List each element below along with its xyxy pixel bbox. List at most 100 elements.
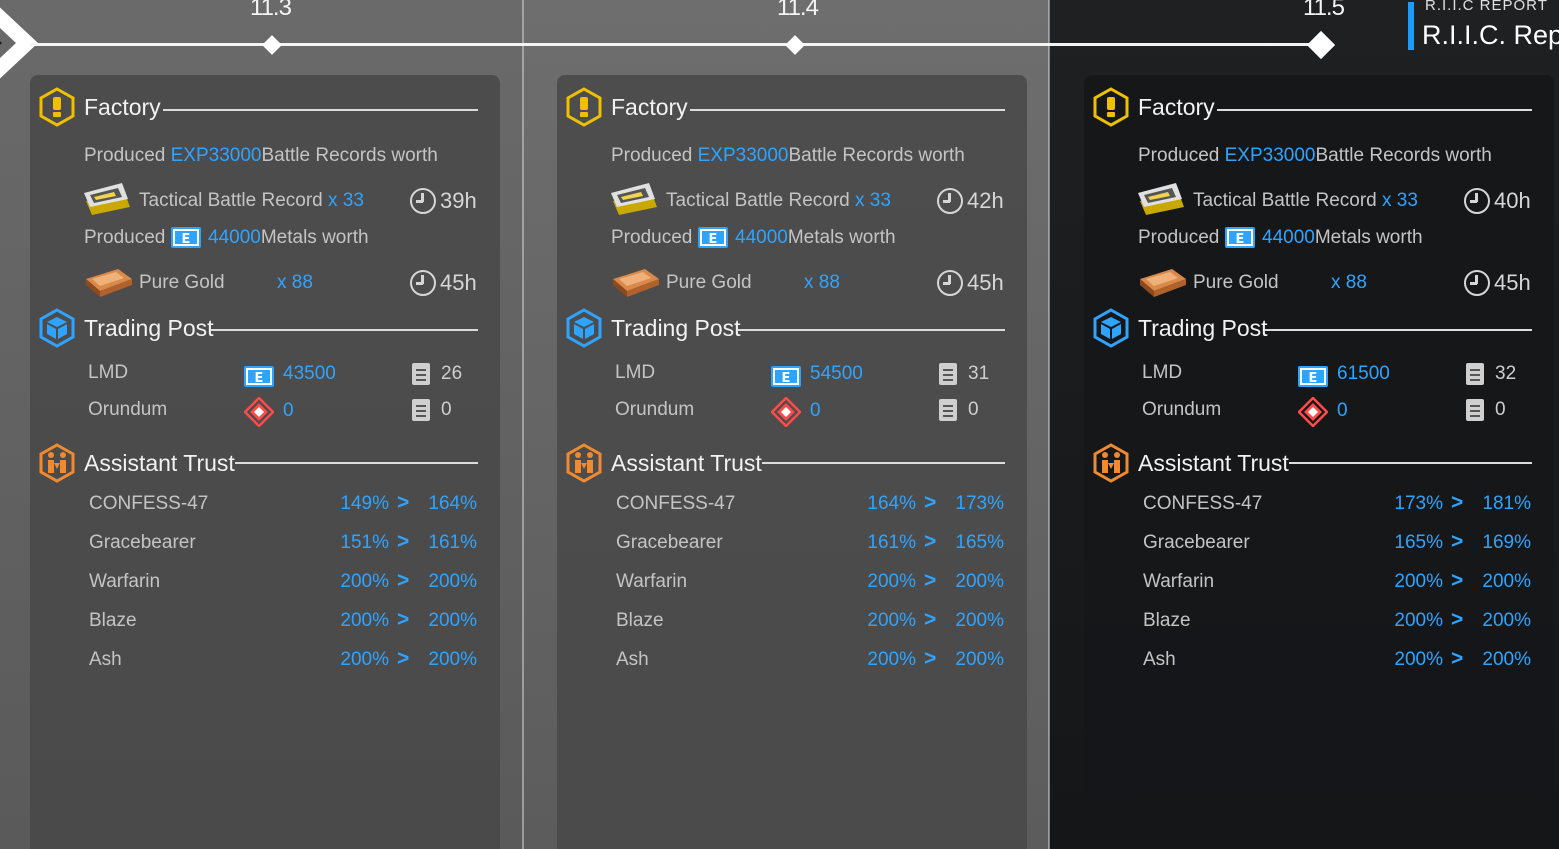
trust-header: Assistant Trust <box>38 443 235 483</box>
metals-summary: Produced <box>1138 227 1220 248</box>
divider <box>1265 329 1532 331</box>
orundum-orders: 0 <box>968 399 979 420</box>
battle-records-summary: Produced EXP33000Battle Records worth <box>1138 145 1492 166</box>
clock-icon <box>410 270 436 296</box>
trust-to: 181% <box>1482 493 1531 514</box>
trust-from: 200% <box>867 610 916 631</box>
order-document-icon <box>412 363 430 385</box>
trust-from: 200% <box>340 649 389 670</box>
column-divider <box>522 0 524 849</box>
trust-to: 164% <box>428 493 477 514</box>
metals-summary: Produced <box>611 227 693 248</box>
lmd-icon: E <box>1225 227 1255 248</box>
factory-title: Factory <box>84 93 161 120</box>
tactical-time: 42h <box>967 188 1004 213</box>
lmd-icon: E <box>1298 366 1328 387</box>
trust-from: 200% <box>340 571 389 592</box>
orundum-label: Orundum <box>615 399 695 420</box>
pure-gold-icon <box>613 269 659 297</box>
metals-value-line: 44000Metals worth <box>208 227 369 248</box>
day-report-panel: Factory Produced EXP33000Battle Records … <box>30 75 500 849</box>
trust-title: Assistant Trust <box>1138 449 1289 476</box>
report-subtitle: R.I.I.C REPORT <box>1425 0 1548 14</box>
operator-name: Gracebearer <box>1143 532 1250 553</box>
lmd-icon: E <box>771 366 801 387</box>
trust-to: 200% <box>428 571 477 592</box>
svg-text:E: E <box>255 371 264 386</box>
clock-icon <box>937 270 963 296</box>
trust-from: 200% <box>867 571 916 592</box>
report-accent-bar <box>1408 2 1414 50</box>
trust-from: 164% <box>867 493 916 514</box>
trust-from: 161% <box>867 532 916 553</box>
trust-to: 200% <box>1482 571 1531 592</box>
trust-title: Assistant Trust <box>84 449 235 476</box>
divider <box>163 109 478 111</box>
clock-icon <box>937 188 963 214</box>
orundum-label: Orundum <box>88 399 168 420</box>
operator-name: Warfarin <box>89 571 161 592</box>
clock-icon <box>1464 270 1490 296</box>
timeline-line <box>30 43 1322 46</box>
gold-time: 45h <box>1494 270 1531 295</box>
column-divider <box>1048 0 1050 849</box>
divider <box>738 329 1005 331</box>
operator-name: Ash <box>1143 649 1176 670</box>
orundum-value: 0 <box>810 400 821 421</box>
tactical-battle-record-icon <box>1138 183 1184 215</box>
pure-gold-icon <box>1140 269 1186 297</box>
operator-name: CONFESS-47 <box>89 493 209 514</box>
trust-to: 173% <box>955 493 1004 514</box>
lmd-label: LMD <box>1142 362 1183 383</box>
operator-name: Ash <box>89 649 122 670</box>
trust-to: 200% <box>955 649 1004 670</box>
tactical-battle-record-icon <box>611 183 657 215</box>
trust-from: 151% <box>340 532 389 553</box>
trust-to: 200% <box>955 571 1004 592</box>
trust-to: 200% <box>428 649 477 670</box>
pure-gold-label: Pure Gold <box>666 272 752 293</box>
operator-name: Gracebearer <box>616 532 723 553</box>
lmd-icon: E <box>244 366 274 387</box>
order-document-icon <box>939 363 957 385</box>
trading-post-cube-icon <box>1093 308 1129 348</box>
factory-header: Factory <box>38 87 161 127</box>
tactical-battle-record-label: Tactical Battle Record x 33 <box>666 190 891 211</box>
trading-title: Trading Post <box>84 314 214 341</box>
divider <box>235 462 478 464</box>
orundum-icon <box>1298 397 1328 427</box>
divider <box>1217 109 1532 111</box>
lmd-orders: 26 <box>441 363 463 384</box>
day-report-panel: Factory Produced EXP33000Battle Records … <box>1084 75 1554 849</box>
trust-to: 161% <box>428 532 477 553</box>
operator-name: CONFESS-47 <box>1143 493 1263 514</box>
operator-name: Warfarin <box>616 571 688 592</box>
orundum-icon <box>244 397 274 427</box>
trading-post-cube-icon <box>39 308 75 348</box>
trust-to: 200% <box>1482 610 1531 631</box>
operator-name: Ash <box>616 649 649 670</box>
date-label: 11.4 <box>777 0 819 21</box>
orundum-orders: 0 <box>441 399 452 420</box>
orundum-value: 0 <box>1337 400 1348 421</box>
date-label: 11.3 <box>250 0 292 21</box>
svg-text:E: E <box>182 232 191 247</box>
assistant-trust-icon <box>566 443 602 483</box>
clock-icon <box>410 188 436 214</box>
orundum-orders: 0 <box>1495 399 1506 420</box>
metals-value-line: 44000Metals worth <box>735 227 896 248</box>
orundum-value: 0 <box>283 400 294 421</box>
trust-from: 200% <box>1394 610 1443 631</box>
date-label: 11.5 <box>1303 0 1345 21</box>
clock-icon <box>1464 188 1490 214</box>
trading-title: Trading Post <box>1138 314 1268 341</box>
trust-from: 149% <box>340 493 389 514</box>
svg-text:E: E <box>1236 232 1245 247</box>
factory-alert-icon <box>39 87 75 127</box>
factory-title: Factory <box>1138 93 1215 120</box>
lmd-orders: 32 <box>1495 363 1517 384</box>
lmd-value: 54500 <box>810 363 863 384</box>
trust-to: 169% <box>1482 532 1531 553</box>
operator-name: Warfarin <box>1143 571 1215 592</box>
lmd-value: 61500 <box>1337 363 1390 384</box>
